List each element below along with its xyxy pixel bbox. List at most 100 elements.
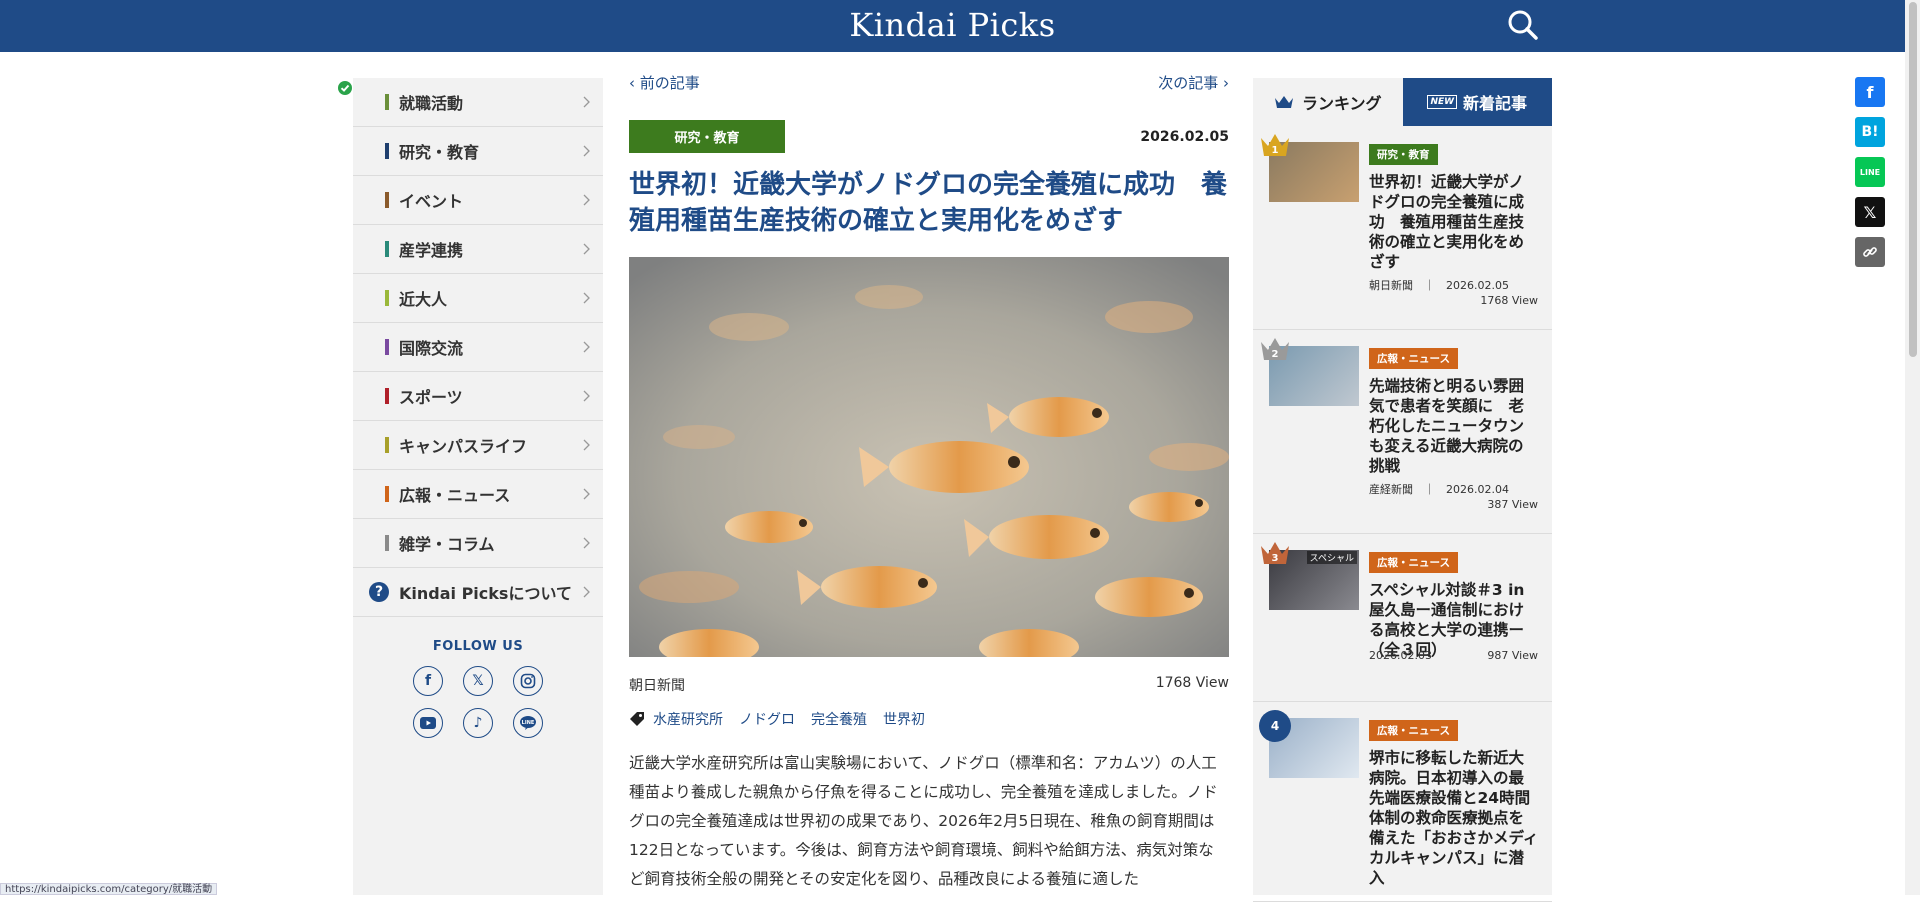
nav-color-bar — [385, 535, 389, 551]
nav-item[interactable]: キャンパスライフ — [353, 421, 603, 470]
rank-title[interactable]: 世界初！近畿大学がノドグロの完全養殖に成功 養殖用種苗生産技術の確立と実用化をめ… — [1369, 172, 1539, 272]
nav-item[interactable]: 近大人 — [353, 274, 603, 323]
rank-views: 987 View — [1487, 649, 1538, 662]
instagram-icon[interactable] — [513, 666, 543, 696]
nav-item[interactable]: 研究・教育 — [353, 127, 603, 176]
chevron-right-icon — [583, 488, 590, 500]
rank-number: 2 — [1272, 349, 1279, 360]
nav-item-label: 就職活動 — [399, 94, 464, 113]
nav-item-about[interactable]: ? Kindai Picksについて — [353, 568, 603, 617]
rank-category-badge: 広報・ニュース — [1369, 552, 1458, 573]
check-icon — [337, 80, 353, 96]
rank-source: 朝日新聞 — [1369, 279, 1413, 292]
article-date: 2026.02.05 — [1140, 128, 1229, 145]
next-label: 次の記事 — [1158, 74, 1219, 92]
site-logo[interactable]: Kindai Picks — [0, 6, 1905, 44]
facebook-icon[interactable]: f — [413, 666, 443, 696]
line-icon[interactable]: LINE — [513, 708, 543, 738]
nav-color-bar — [385, 486, 389, 502]
crown-icon — [1274, 96, 1293, 108]
status-url: https://kindaipicks.com/category/就職活動 — [0, 883, 218, 895]
nav-color-bar — [385, 94, 389, 110]
youtube-icon[interactable] — [413, 708, 443, 738]
tag-link[interactable]: 水産研究所 — [653, 709, 723, 729]
nav-item-label: 産学連携 — [399, 241, 464, 260]
tab-ranking-label: ランキング — [1301, 94, 1382, 113]
x-icon[interactable]: 𝕏 — [1855, 197, 1885, 227]
nav-item[interactable]: スポーツ — [353, 372, 603, 421]
tag-list: 水産研究所 ノドグロ 完全養殖 世界初 — [629, 709, 1229, 729]
page-scrollbar[interactable] — [1905, 0, 1920, 895]
search-icon[interactable] — [1506, 8, 1540, 42]
rank-date: 2026.02.05 — [1446, 279, 1509, 292]
nav-color-bar — [385, 339, 389, 355]
article-views: 1768 View — [1155, 675, 1229, 691]
rank-date: 2026.02.04 — [1446, 483, 1509, 496]
chevron-right-icon — [583, 292, 590, 304]
tag-link[interactable]: 世界初 — [883, 709, 925, 729]
chevron-right-icon — [583, 145, 590, 157]
link-icon[interactable] — [1855, 237, 1885, 267]
svg-text:LINE: LINE — [522, 720, 535, 726]
ranking-item[interactable]: 2 広報・ニュース 先端技術と明るい雰囲気で患者を笑顔に 老朽化したニュータウンも変… — [1253, 330, 1552, 534]
nav-item-label: 雑学・コラム — [399, 535, 495, 554]
rank-number: 3 — [1272, 553, 1279, 564]
article-hero-image — [629, 257, 1229, 657]
chevron-right-icon — [583, 341, 590, 353]
ranking-item[interactable]: 4 広報・ニュース 堺市に移転した新近大病院。日本初導入の最先端医療設備と24時間体… — [1253, 702, 1552, 902]
nav-item-label: 近大人 — [399, 290, 448, 309]
crown-icon: 3 — [1261, 542, 1289, 564]
nav-item-label: 研究・教育 — [399, 143, 480, 162]
facebook-icon[interactable]: f — [1855, 77, 1885, 107]
rank-meta: 産経新聞 ｜ 2026.02.04 — [1369, 483, 1509, 496]
tag-icon — [630, 712, 644, 726]
site-header: Kindai Picks — [0, 0, 1905, 52]
nav-item[interactable]: 就職活動 — [353, 78, 603, 127]
scrollbar-thumb[interactable] — [1909, 2, 1917, 357]
tab-new-articles[interactable]: NEW 新着記事 — [1402, 78, 1552, 126]
rank-category-badge: 研究・教育 — [1369, 144, 1438, 165]
rank-title[interactable]: 堺市に移転した新近大病院。日本初導入の最先端医療設備と24時間体制の救命医療拠点… — [1369, 748, 1539, 888]
rank-title[interactable]: 先端技術と明るい雰囲気で患者を笑顔に 老朽化したニュータウンも変える近畿大病院の… — [1369, 376, 1539, 476]
rank-source: 産経新聞 — [1369, 483, 1413, 496]
rank-number: 1 — [1272, 145, 1279, 156]
nav-color-bar — [385, 437, 389, 453]
rank-title[interactable]: スペシャル対談＃3 in屋久島ー通信制における高校と大学の連携ー（全３回） — [1369, 580, 1539, 660]
nav-item[interactable]: 産学連携 — [353, 225, 603, 274]
prev-label: 前の記事 — [639, 74, 700, 92]
chevron-right-icon — [583, 586, 590, 598]
chevron-right-icon — [583, 390, 590, 402]
tab-new-label: 新着記事 — [1463, 94, 1528, 113]
rank-views: 1768 View — [1480, 294, 1538, 307]
crown-icon: 2 — [1261, 338, 1289, 360]
hatena-icon[interactable]: B! — [1855, 117, 1885, 147]
chevron-right-icon — [583, 96, 590, 108]
x-icon[interactable]: 𝕏 — [463, 666, 493, 696]
nav-item-label: 広報・ニュース — [399, 486, 511, 505]
nav-item[interactable]: 広報・ニュース — [353, 470, 603, 519]
ranking-item[interactable]: スペシャル 3 広報・ニューススペシャル対談＃3 in屋久島ー通信制における高校と大… — [1253, 534, 1552, 702]
line-icon[interactable]: LINE — [1855, 157, 1885, 187]
nav-color-bar — [385, 143, 389, 159]
nav-item[interactable]: 国際交流 — [353, 323, 603, 372]
nav-item[interactable]: 雑学・コラム — [353, 519, 603, 568]
rank-date: 2026.02.03 — [1369, 649, 1432, 662]
tag-link[interactable]: 完全養殖 — [811, 709, 867, 729]
tiktok-icon[interactable]: ♪ — [463, 708, 493, 738]
ranking-item[interactable]: 1 研究・教育世界初！近畿大学がノドグロの完全養殖に成功 養殖用種苗生産技術の確立… — [1253, 126, 1552, 330]
tab-ranking[interactable]: ランキング — [1253, 78, 1403, 126]
question-icon: ? — [369, 582, 389, 602]
thumb-label: スペシャル — [1306, 551, 1357, 564]
nav-item[interactable]: イベント — [353, 176, 603, 225]
tag-link[interactable]: ノドグロ — [739, 709, 795, 729]
nav-item-label: 国際交流 — [399, 339, 464, 358]
follow-us-label: FOLLOW US — [432, 639, 524, 654]
prev-article-link[interactable]: ‹ 前の記事 — [629, 72, 700, 98]
nav-color-bar — [385, 241, 389, 257]
chevron-right-icon — [583, 537, 590, 549]
article-body: 近畿大学水産研究所は富山実験場において、ノドグロ（標準和名：アカムツ）の人工種苗… — [629, 754, 1218, 888]
rank-number: 4 — [1259, 710, 1291, 742]
next-article-link[interactable]: 次の記事 › — [1158, 72, 1229, 98]
category-badge[interactable]: 研究・教育 — [629, 120, 785, 153]
chevron-right-icon — [583, 243, 590, 255]
